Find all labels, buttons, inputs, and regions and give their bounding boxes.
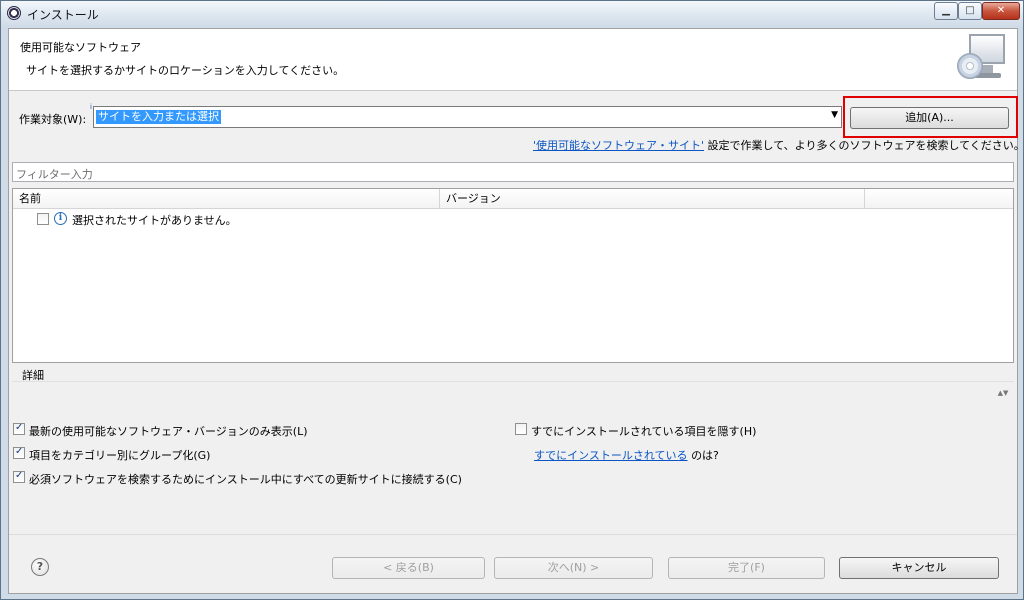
filter-placeholder: フィルター入力 <box>16 168 93 181</box>
already-installed-link[interactable]: すでにインストールされている <box>534 449 688 462</box>
column-header-version[interactable]: バージョン <box>440 189 865 208</box>
available-sites-link[interactable]: '使用可能なソフトウェア・サイト' <box>533 139 704 152</box>
finish-button[interactable]: 完了(F) <box>668 557 825 579</box>
table-header: 名前 バージョン <box>13 189 1013 209</box>
column-header-name[interactable]: 名前 <box>13 189 440 208</box>
contact-all-sites-label[interactable]: 必須ソフトウェアを検索するためにインストール中にすべての更新サイトに接続する(C… <box>29 471 462 487</box>
page-title: 使用可能なソフトウェア <box>20 41 141 54</box>
filter-input[interactable]: フィルター入力 <box>12 162 1014 182</box>
minimize-button[interactable]: ▁ <box>934 2 958 20</box>
footer-divider <box>9 534 1017 535</box>
group-by-category-label[interactable]: 項目をカテゴリー別にグループ化(G) <box>29 447 210 463</box>
maximize-button[interactable]: □ <box>958 2 982 20</box>
monitor-cd-icon <box>957 33 1009 85</box>
dropdown-arrow-icon[interactable]: ▼ <box>831 110 838 120</box>
title-bar[interactable]: インストール ▁ □ ✕ <box>1 1 1023 25</box>
back-button[interactable]: < 戻る(B) <box>332 557 485 579</box>
install-dialog: インストール ▁ □ ✕ 使用可能なソフトウェア サイトを選択するかサイトのロケ… <box>0 0 1024 600</box>
page-description: サイトを選択するかサイトのロケーションを入力してください。 <box>26 64 345 77</box>
info-icon: i <box>54 212 67 225</box>
close-button[interactable]: ✕ <box>982 2 1020 20</box>
hide-installed-checkbox[interactable] <box>515 423 527 435</box>
window-title: インストール <box>27 8 99 22</box>
details-area <box>12 381 1014 415</box>
row-label: 選択されたサイトがありません。 <box>72 214 237 227</box>
work-with-value[interactable]: サイトを入力または選択 <box>96 110 221 124</box>
sites-hint: '使用可能なソフトウェア・サイト' 設定で作業して、より多くのソフトウェアを検索… <box>533 137 1024 153</box>
row-checkbox[interactable] <box>37 213 49 225</box>
next-button[interactable]: 次へ(N) > <box>494 557 653 579</box>
column-header-extra[interactable] <box>865 189 1013 208</box>
cancel-button[interactable]: キャンセル <box>839 557 999 579</box>
hide-installed-label[interactable]: すでにインストールされている項目を隠す(H) <box>531 423 756 439</box>
wizard-header: 使用可能なソフトウェア サイトを選択するかサイトのロケーションを入力してください… <box>9 29 1017 91</box>
latest-only-checkbox[interactable] <box>13 422 25 435</box>
help-icon[interactable]: ? <box>31 558 49 576</box>
installed-hint: すでにインストールされている のは? <box>534 447 719 463</box>
group-by-category-checkbox[interactable] <box>13 446 25 459</box>
highlight-annotation <box>843 96 1018 138</box>
details-scroll-icon[interactable]: ▲▼ <box>997 389 1009 407</box>
field-info-icon: i <box>90 103 92 111</box>
installed-hint-text: のは? <box>691 449 719 462</box>
eclipse-app-icon <box>7 6 21 20</box>
work-with-label: 作業対象(W): <box>19 113 87 126</box>
software-table[interactable]: 名前 バージョン i 選択されたサイトがありません。 <box>12 188 1014 363</box>
work-with-combo[interactable]: サイトを入力または選択 ▼ <box>93 106 842 128</box>
contact-all-sites-checkbox[interactable] <box>13 470 25 483</box>
sites-hint-text: 設定で作業して、より多くのソフトウェアを検索してください。 <box>707 139 1024 152</box>
latest-only-label[interactable]: 最新の使用可能なソフトウェア・バージョンのみ表示(L) <box>29 423 308 439</box>
dialog-client-area: 使用可能なソフトウェア サイトを選択するかサイトのロケーションを入力してください… <box>8 28 1024 594</box>
